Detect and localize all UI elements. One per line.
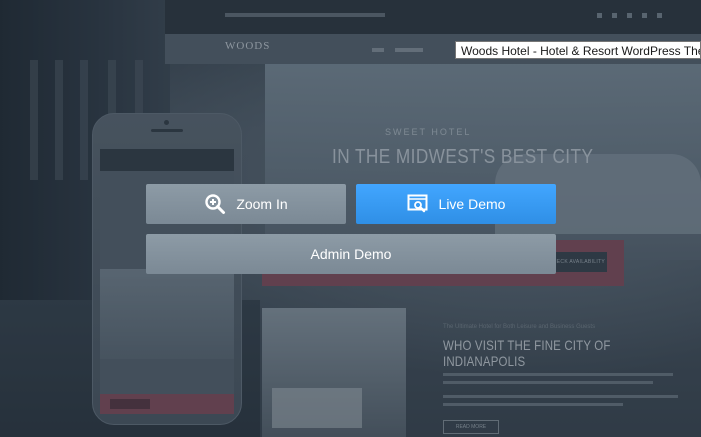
zoom-in-icon [204, 193, 226, 215]
live-demo-label: Live Demo [438, 196, 506, 212]
live-demo-button[interactable]: Live Demo [356, 184, 556, 224]
zoom-in-button[interactable]: Zoom In [146, 184, 346, 224]
admin-demo-button[interactable]: Admin Demo [146, 234, 556, 274]
zoom-in-label: Zoom In [236, 196, 288, 212]
live-demo-icon [407, 193, 429, 215]
theme-preview: WOODS SWEET HOTEL IN THE MIDWEST'S BEST … [0, 0, 701, 437]
admin-demo-label: Admin Demo [310, 246, 392, 262]
hover-overlay [0, 0, 701, 437]
title-tooltip: Woods Hotel - Hotel & Resort WordPress T… [455, 41, 701, 59]
